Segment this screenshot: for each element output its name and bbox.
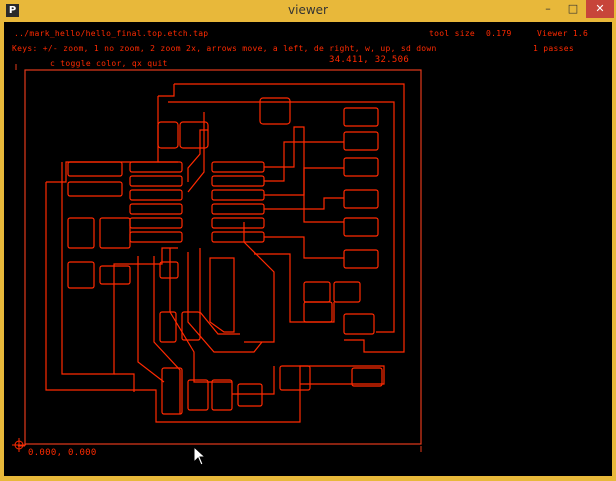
minimize-icon[interactable]: –	[536, 0, 560, 18]
title-bar[interactable]: P viewer – □ ✕	[0, 0, 616, 22]
origin-crosshair-icon	[12, 438, 26, 452]
viewer-canvas[interactable]: ../mark_hello/hello_final.top.etch.tap t…	[4, 22, 612, 476]
maximize-icon[interactable]: □	[561, 0, 585, 18]
mouse-pointer-icon	[193, 446, 207, 466]
viewer-window: P viewer – □ ✕ ../mark_hello/hello_final…	[0, 0, 616, 481]
close-icon[interactable]: ✕	[586, 0, 614, 18]
window-title: viewer	[288, 3, 328, 17]
etch-traces	[45, 83, 405, 423]
pcb-toolpath-drawing	[12, 64, 422, 452]
